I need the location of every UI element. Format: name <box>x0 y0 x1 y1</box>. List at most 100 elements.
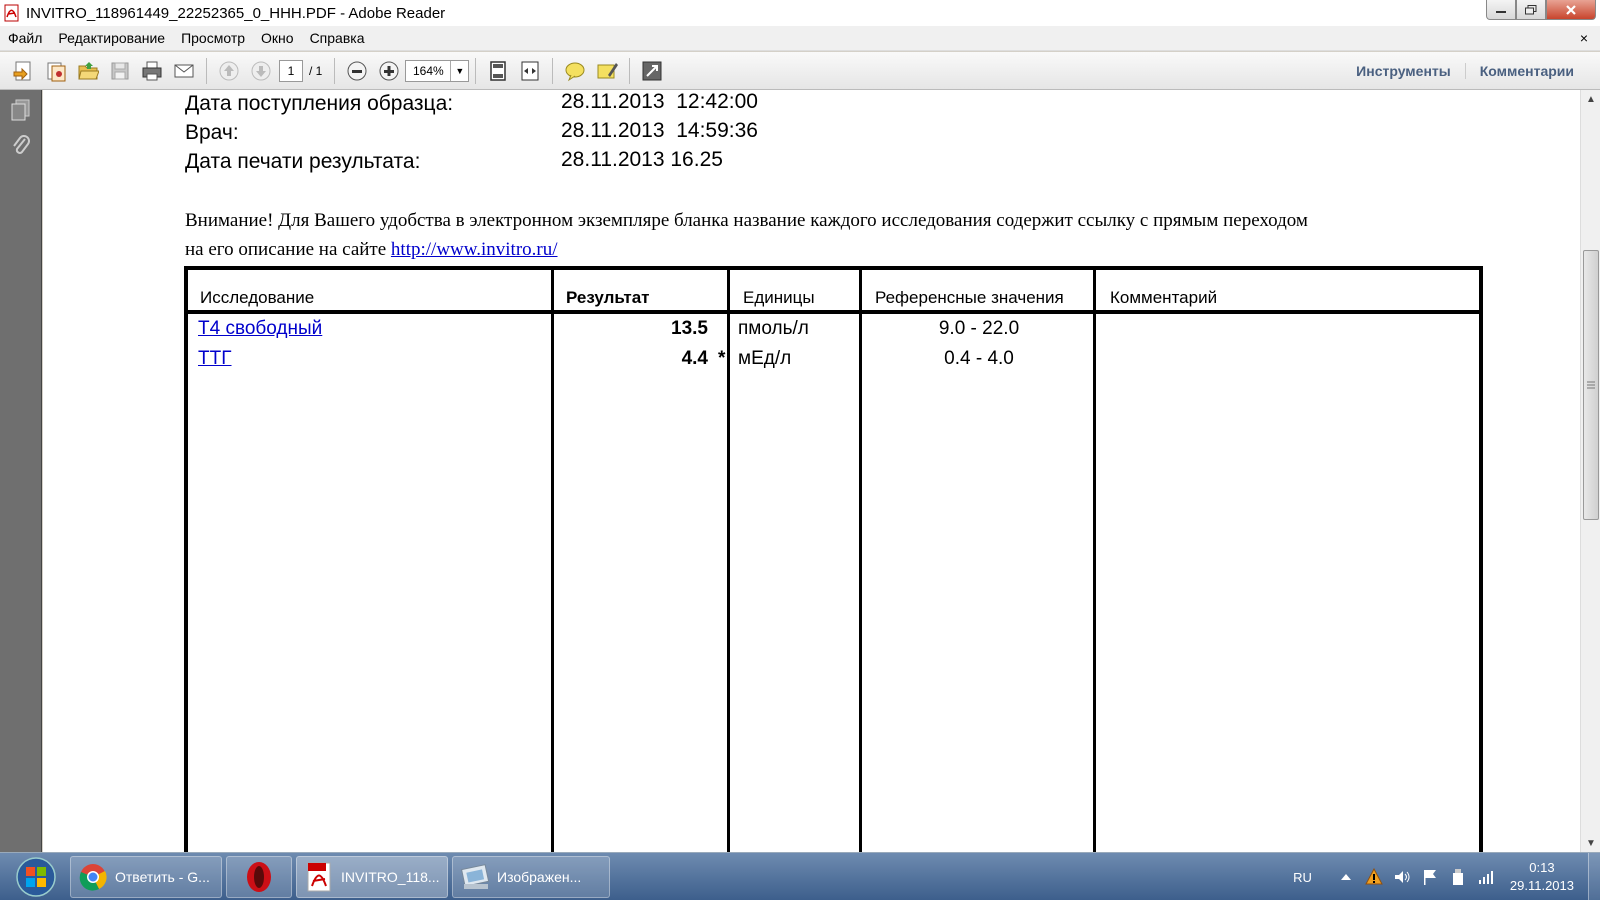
fit-width-icon[interactable] <box>518 59 542 83</box>
usb-device-icon[interactable] <box>1449 868 1467 886</box>
taskbar-image-viewer[interactable]: Изображен... <box>452 855 610 898</box>
next-page-icon[interactable] <box>249 59 273 83</box>
scroll-down-icon[interactable]: ▼ <box>1581 834 1600 852</box>
warning-tray-icon[interactable] <box>1365 868 1383 886</box>
open-folder-icon[interactable] <box>76 59 100 83</box>
volume-icon[interactable] <box>1393 868 1411 886</box>
taskbar-opera[interactable] <box>226 855 292 898</box>
zoom-in-icon[interactable] <box>377 59 401 83</box>
image-viewer-icon <box>461 863 489 891</box>
table-column-divider <box>551 270 554 852</box>
test-name-link[interactable]: ТТГ <box>198 348 232 370</box>
zoom-value: 164% <box>412 63 444 78</box>
result-value: 13.5 <box>671 318 708 339</box>
comments-panel-button[interactable]: Комментарии <box>1464 63 1588 79</box>
print-date-label: Дата печати результата: <box>185 150 421 173</box>
result-value: 4.4 <box>681 348 708 369</box>
language-indicator[interactable]: RU <box>1293 870 1312 885</box>
title-bar: INVITRO_118961449_22252365_0_HHH.PDF - A… <box>0 0 1600 26</box>
attachments-paperclip-icon[interactable] <box>9 134 33 158</box>
print-date-value: 28.11.2013 16.25 <box>561 148 723 171</box>
menu-file[interactable]: Файл <box>8 30 42 46</box>
menu-window[interactable]: Окно <box>261 30 294 46</box>
page-total: / 1 <box>309 63 323 78</box>
menu-edit[interactable]: Редактирование <box>58 30 165 46</box>
page-thumbnails-icon[interactable] <box>9 98 33 122</box>
header-test: Исследование <box>200 288 315 307</box>
test-name-link[interactable]: Т4 свободный <box>198 318 322 340</box>
pdf-document-view[interactable]: Дата поступления образца: 28.11.2013 12:… <box>43 90 1580 852</box>
full-screen-icon[interactable] <box>640 59 664 83</box>
units-value: мЕд/л <box>738 348 792 369</box>
navigation-pane <box>0 90 42 852</box>
show-hidden-icons-icon[interactable] <box>1337 868 1355 886</box>
taskbar-item-label: Ответить - G... <box>115 868 210 885</box>
chrome-icon <box>79 863 107 891</box>
vertical-scrollbar[interactable]: ▲ ▼ <box>1580 90 1600 852</box>
action-center-flag-icon[interactable] <box>1421 868 1439 886</box>
toolbar-separator <box>334 57 336 84</box>
pdf-icon <box>305 862 333 891</box>
windows-logo-icon <box>16 856 56 897</box>
combine-files-icon[interactable] <box>44 59 68 83</box>
notice-line-1: Внимание! Для Вашего удобства в электрон… <box>185 210 1308 231</box>
opera-icon <box>245 861 273 892</box>
window-title: INVITRO_118961449_22252365_0_HHH.PDF - A… <box>26 4 446 22</box>
save-icon[interactable] <box>108 59 132 83</box>
taskbar-chrome[interactable]: Ответить - G... <box>70 855 222 898</box>
table-column-divider <box>727 270 730 852</box>
toolbar: 1 / 1 164% ▼ Инструменты Комментарии <box>0 52 1600 90</box>
scrollbar-thumb[interactable] <box>1583 250 1599 520</box>
create-pdf-icon[interactable] <box>12 59 36 83</box>
taskbar-adobe-reader[interactable]: INVITRO_118... <box>296 855 448 898</box>
close-document-button[interactable]: × <box>1580 30 1588 46</box>
print-icon[interactable] <box>140 59 164 83</box>
sticky-note-icon[interactable] <box>563 59 587 83</box>
menu-view[interactable]: Просмотр <box>181 30 245 46</box>
results-table: Исследование Результат Единицы Референсн… <box>184 266 1483 852</box>
page-number-input[interactable]: 1 <box>279 59 303 82</box>
table-column-divider <box>859 270 862 852</box>
toolbar-separator <box>552 57 554 84</box>
reference-value: 0.4 - 4.0 <box>944 348 1014 369</box>
zoom-out-icon[interactable] <box>345 59 369 83</box>
scroll-up-icon[interactable]: ▲ <box>1581 90 1600 108</box>
invitro-site-link[interactable]: http://www.invitro.ru/ <box>391 239 558 260</box>
zoom-select[interactable]: 164% ▼ <box>405 59 470 82</box>
start-button[interactable] <box>12 853 60 900</box>
notice-line-2-text: на его описание на сайте <box>185 239 391 260</box>
header-reference: Референсные значения <box>875 288 1064 307</box>
email-icon[interactable] <box>172 59 196 83</box>
header-result: Результат <box>566 288 650 307</box>
minimize-button[interactable] <box>1486 0 1516 20</box>
system-tray: RU 0:13 29.11.2013 <box>1293 853 1600 900</box>
network-signal-icon[interactable] <box>1477 868 1495 886</box>
menu-help[interactable]: Справка <box>310 30 365 46</box>
highlight-icon[interactable] <box>595 59 619 83</box>
chevron-down-icon[interactable]: ▼ <box>450 60 468 81</box>
clock-date: 29.11.2013 <box>1509 878 1574 893</box>
show-desktop-button[interactable] <box>1588 853 1600 900</box>
clock-time: 0:13 <box>1529 860 1555 875</box>
restore-button[interactable] <box>1516 0 1546 20</box>
tools-panel-button[interactable]: Инструменты <box>1342 63 1465 79</box>
doctor-label: Врач: <box>185 121 239 144</box>
reference-value: 9.0 - 22.0 <box>938 318 1020 339</box>
menu-bar: Файл Редактирование Просмотр Окно Справк… <box>0 26 1600 51</box>
result-flag: * <box>718 348 726 369</box>
fit-page-icon[interactable] <box>486 59 510 83</box>
previous-page-icon[interactable] <box>217 59 241 83</box>
system-clock[interactable]: 0:13 29.11.2013 <box>1510 859 1574 895</box>
toolbar-separator <box>475 57 477 84</box>
adobe-pdf-icon <box>4 4 20 22</box>
doctor-value: 28.11.2013 14:59:36 <box>561 119 758 142</box>
notice-line-2: на его описание на сайте http://www.invi… <box>185 239 558 261</box>
sample-received-label: Дата поступления образца: <box>185 92 454 115</box>
taskbar: Ответить - G... INVITRO_118... Изображен… <box>0 852 1600 900</box>
close-window-button[interactable] <box>1546 0 1596 20</box>
toolbar-separator <box>629 57 631 84</box>
table-header-divider <box>188 310 1479 314</box>
sample-received-value: 28.11.2013 12:42:00 <box>561 90 758 113</box>
units-value: пмоль/л <box>738 318 809 339</box>
toolbar-separator <box>206 57 207 84</box>
